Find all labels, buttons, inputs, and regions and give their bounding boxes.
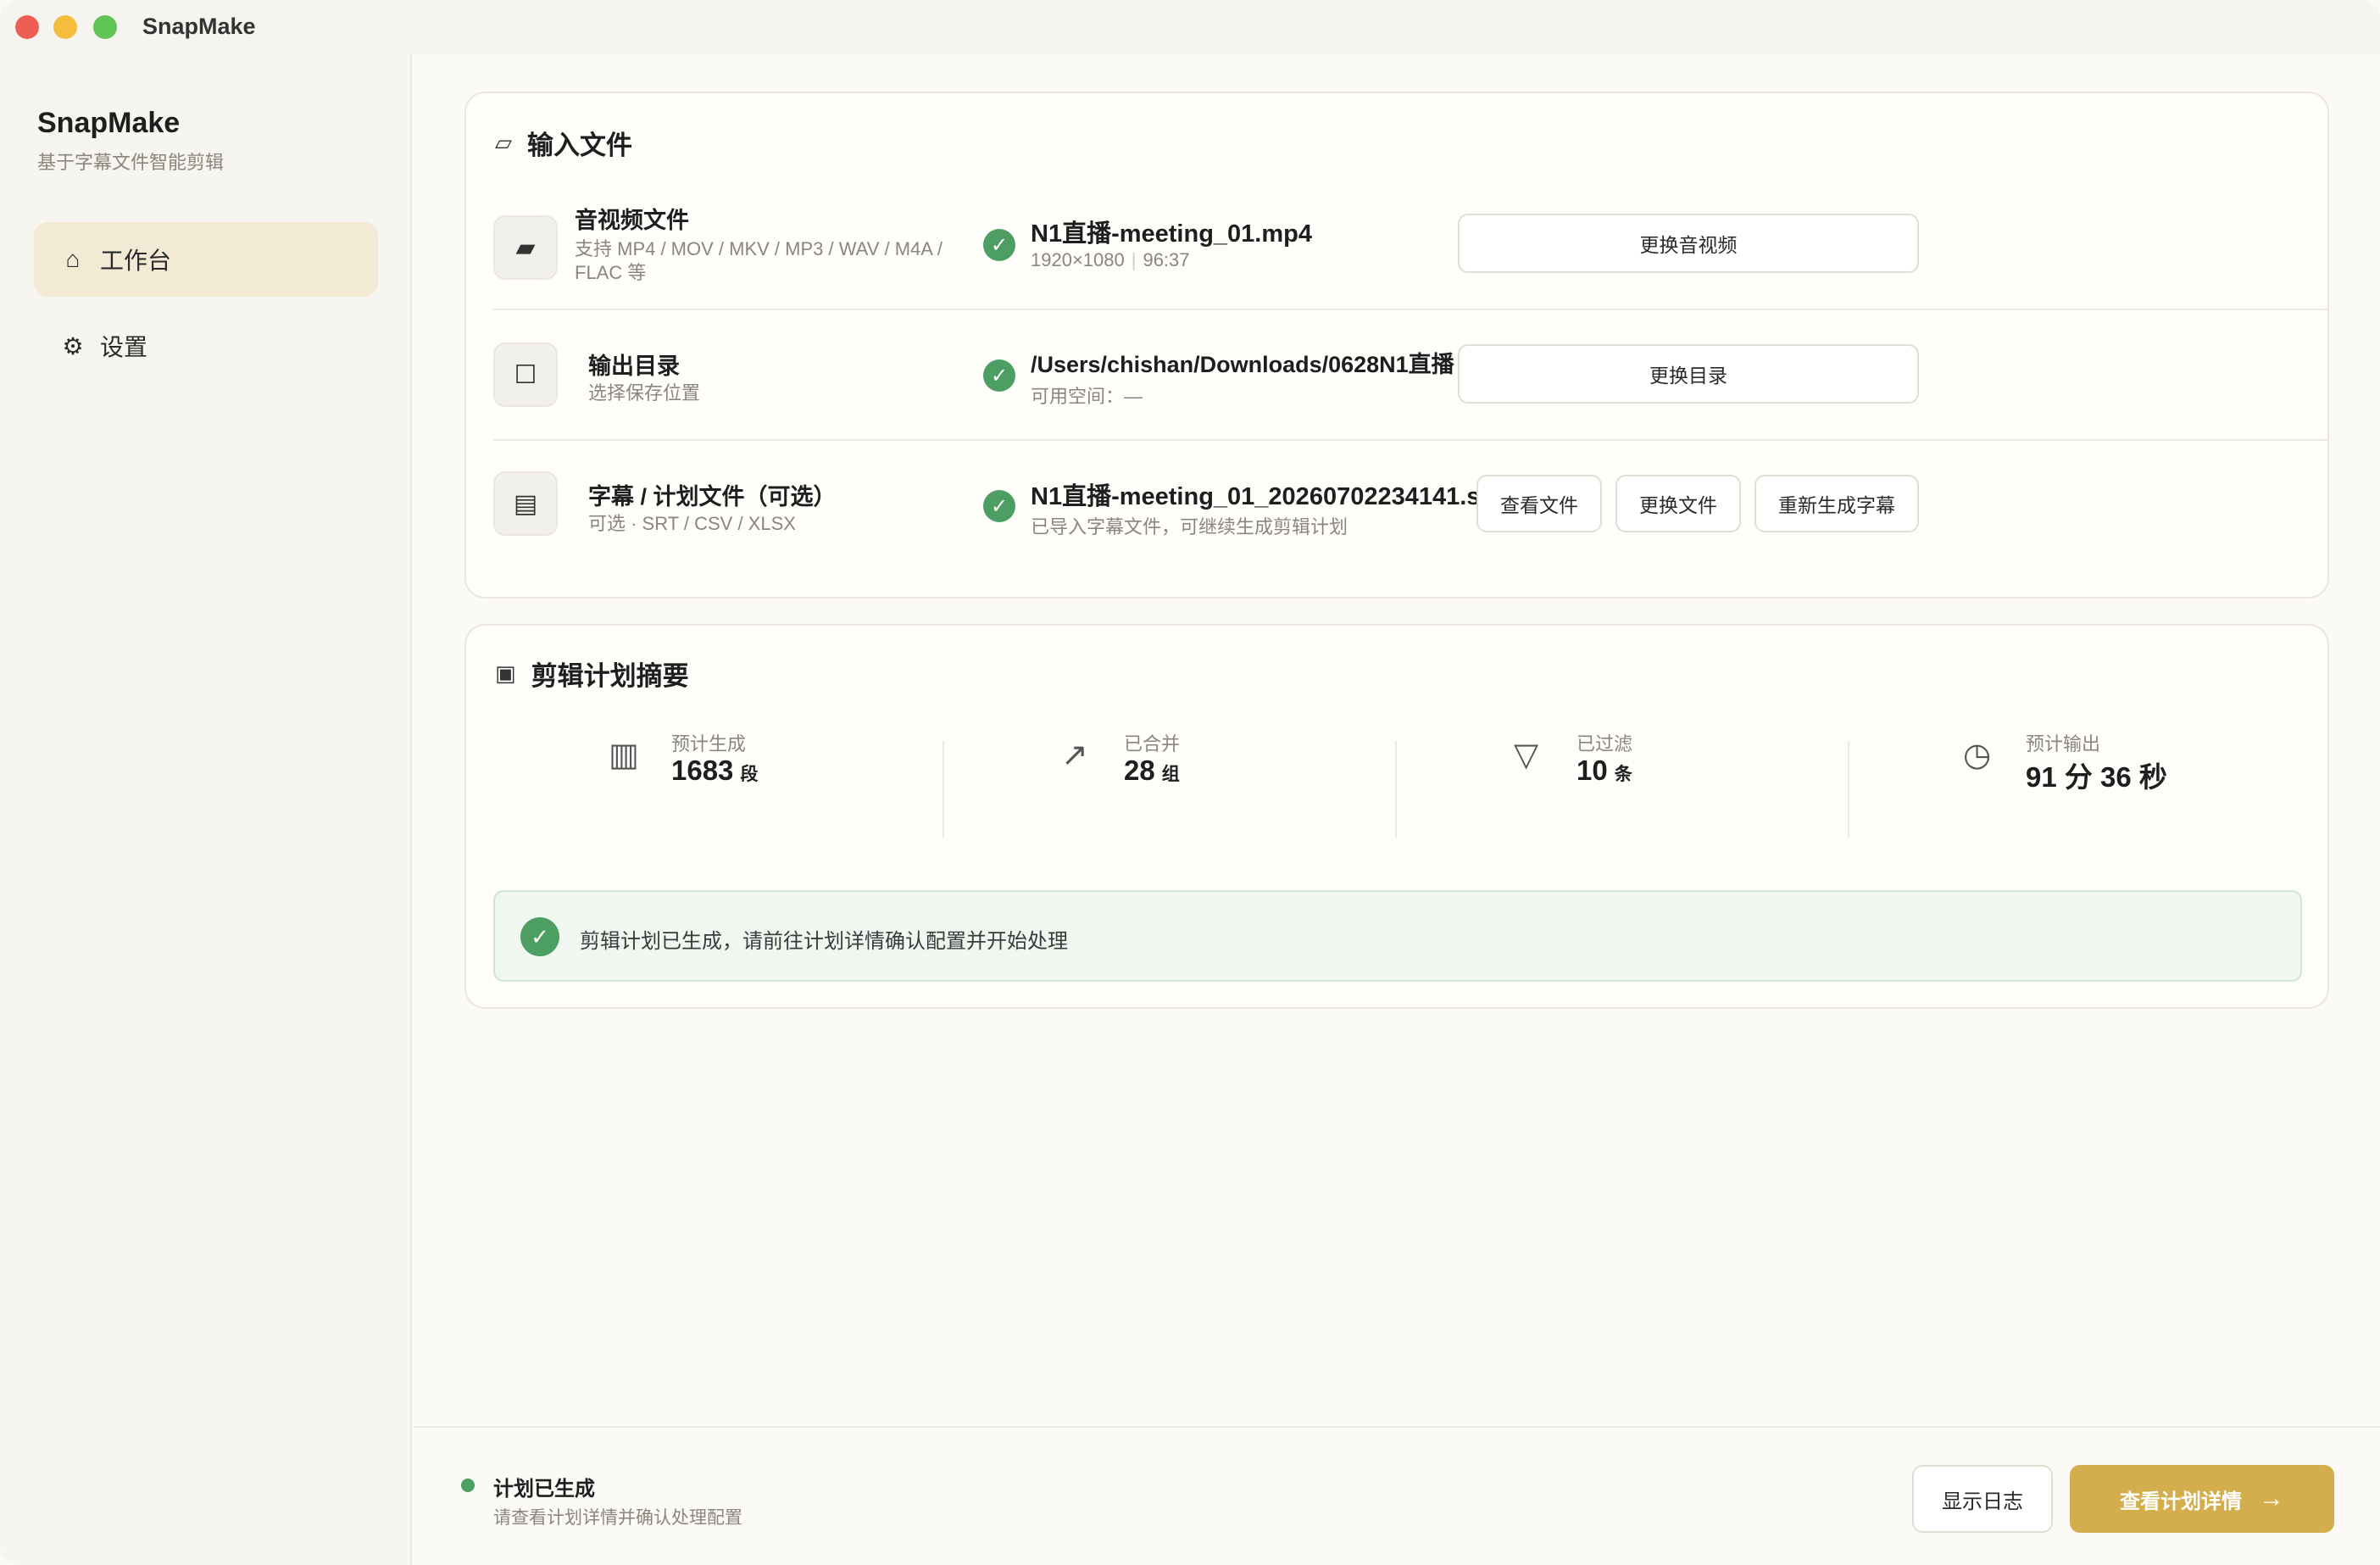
media-hint: 支持 MP4 / MOV / MKV / MP3 / WAV / M4A / F…	[575, 238, 943, 283]
stat-number: 91 分 36 秒	[2026, 761, 2167, 793]
status-dot	[461, 1479, 475, 1492]
app-window: SnapMake SnapMake 基于字幕文件智能剪辑 ⌂ 工作台 ⚙ 设置 …	[0, 0, 2380, 1565]
stat-label: 预计输出	[2026, 733, 2101, 755]
sidebar-item-label: 工作台	[100, 248, 172, 274]
clock-icon: ◷	[1963, 738, 1992, 773]
stat-label: 已过滤	[1576, 733, 1633, 755]
stat-number: 10	[1576, 755, 1608, 786]
window-title: SnapMake	[142, 14, 256, 39]
input-files-title: ▱ 输入文件	[495, 124, 632, 162]
input-files-card: ▱ 输入文件 ▰ 音视频文件 支持 MP4 / MOV / MKV / MP3 …	[464, 92, 2329, 599]
check-icon: ✓	[983, 229, 1015, 261]
stat-unit: 段	[740, 765, 759, 784]
sidebar-item-workbench[interactable]: ⌂ 工作台	[34, 222, 378, 297]
stat-value: 10 条	[1576, 755, 1632, 787]
brand-tagline: 基于字幕文件智能剪辑	[37, 152, 225, 173]
notice-text: 剪辑计划已生成，请前往计划详情确认配置并开始处理	[580, 930, 1068, 953]
footer-bar: 计划已生成 请查看计划详情并确认处理配置 显示日志 查看计划详情 →	[414, 1426, 2380, 1565]
document-lines-icon: ▤	[493, 471, 558, 536]
change-directory-button[interactable]: 更换目录	[1458, 344, 1919, 404]
change-media-button[interactable]: 更换音视频	[1458, 214, 1919, 273]
sidebar-item-settings[interactable]: ⚙ 设置	[34, 309, 378, 383]
video-icon: ▰	[493, 215, 558, 280]
media-duration: 96:37	[1143, 249, 1190, 270]
title-bar: SnapMake	[0, 0, 2380, 54]
sidebar-item-label: 设置	[100, 334, 148, 360]
divider	[943, 741, 944, 838]
plan-summary-title: ▣ 剪辑计划摘要	[495, 654, 689, 693]
stat-unit: 条	[1614, 765, 1632, 784]
divider	[1395, 741, 1397, 838]
summary-icon: ▣	[495, 660, 516, 686]
arrow-right-icon: →	[2259, 1484, 2284, 1512]
card-title-text: 输入文件	[527, 131, 632, 160]
footer-status-sub: 请查看计划详情并确认处理配置	[493, 1508, 742, 1528]
output-space: 可用空间：—	[1031, 386, 1143, 407]
stat-merged: ↗ 已合并 28 组	[1061, 729, 1383, 829]
show-log-button[interactable]: 显示日志	[1912, 1465, 2053, 1533]
button-label: 查看计划详情	[2120, 1490, 2242, 1513]
plan-generated-notice: ✓ 剪辑计划已生成，请前往计划详情确认配置并开始处理	[493, 890, 2302, 982]
stat-output-duration: ◷ 预计输出 91 分 36 秒	[1963, 729, 2285, 829]
stat-value: 1683 段	[671, 755, 758, 787]
gear-icon: ⚙	[62, 332, 84, 359]
stat-value: 91 分 36 秒	[2026, 755, 2167, 795]
stat-segments: ▥ 预计生成 1683 段	[609, 729, 931, 829]
stat-unit: 组	[1161, 765, 1180, 784]
media-resolution: 1920×1080	[1031, 249, 1125, 270]
zoom-window-button[interactable]	[93, 15, 117, 39]
stat-filtered: ▽ 已过滤 10 条	[1514, 729, 1836, 829]
view-file-button[interactable]: 查看文件	[1476, 475, 1602, 532]
stat-number: 1683	[671, 755, 734, 786]
footer-status-title: 计划已生成	[493, 1478, 595, 1501]
minimize-window-button[interactable]	[53, 15, 77, 39]
media-file-row: ▰ 音视频文件 支持 MP4 / MOV / MKV / MP3 / WAV /…	[493, 178, 2312, 309]
stat-number: 28	[1124, 755, 1155, 786]
stat-label: 预计生成	[671, 733, 747, 755]
folder-icon: ☐	[493, 343, 558, 407]
media-label: 音视频文件	[575, 208, 689, 233]
merge-arrow-icon: ↗	[1061, 738, 1088, 773]
output-hint: 选择保存位置	[588, 382, 701, 404]
close-window-button[interactable]	[15, 15, 39, 39]
subtitle-status: 已导入字幕文件，可继续生成剪辑计划	[1031, 516, 1348, 537]
stat-label: 已合并	[1124, 733, 1181, 755]
subtitle-label: 字幕 / 计划文件（可选）	[588, 484, 837, 510]
filter-icon: ▽	[1514, 738, 1539, 773]
view-plan-details-button[interactable]: 查看计划详情 →	[2070, 1465, 2334, 1533]
brand-name: SnapMake	[37, 107, 181, 139]
media-filename: N1直播-meeting_01.mp4	[1031, 220, 1312, 248]
output-label: 输出目录	[588, 354, 680, 379]
divider	[1848, 741, 1849, 838]
film-icon: ▥	[609, 738, 639, 773]
file-icon: ▱	[495, 130, 512, 155]
home-icon: ⌂	[65, 246, 81, 272]
subtitle-filename: N1直播-meeting_01_20260702234141.srt	[1031, 483, 1499, 510]
output-path: /Users/chishan/Downloads/0628N1直播	[1031, 352, 1454, 377]
check-icon: ✓	[983, 490, 1015, 522]
change-file-button[interactable]: 更换文件	[1615, 475, 1741, 532]
output-dir-row: ☐ 输出目录 选择保存位置 ✓ /Users/chishan/Downloads…	[493, 309, 2312, 439]
subtitle-file-row: ▤ 字幕 / 计划文件（可选） 可选 · SRT / CSV / XLSX ✓ …	[493, 439, 2312, 570]
media-meta: 1920×1080 | 96:37	[1031, 249, 1190, 270]
regenerate-subtitle-button[interactable]: 重新生成字幕	[1754, 475, 1919, 532]
check-icon: ✓	[983, 359, 1015, 392]
subtitle-hint: 可选 · SRT / CSV / XLSX	[588, 513, 796, 534]
stat-value: 28 组	[1124, 755, 1180, 787]
check-circle-icon: ✓	[520, 917, 559, 956]
card-title-text: 剪辑计划摘要	[531, 661, 689, 691]
sidebar: SnapMake 基于字幕文件智能剪辑 ⌂ 工作台 ⚙ 设置	[0, 54, 412, 1565]
